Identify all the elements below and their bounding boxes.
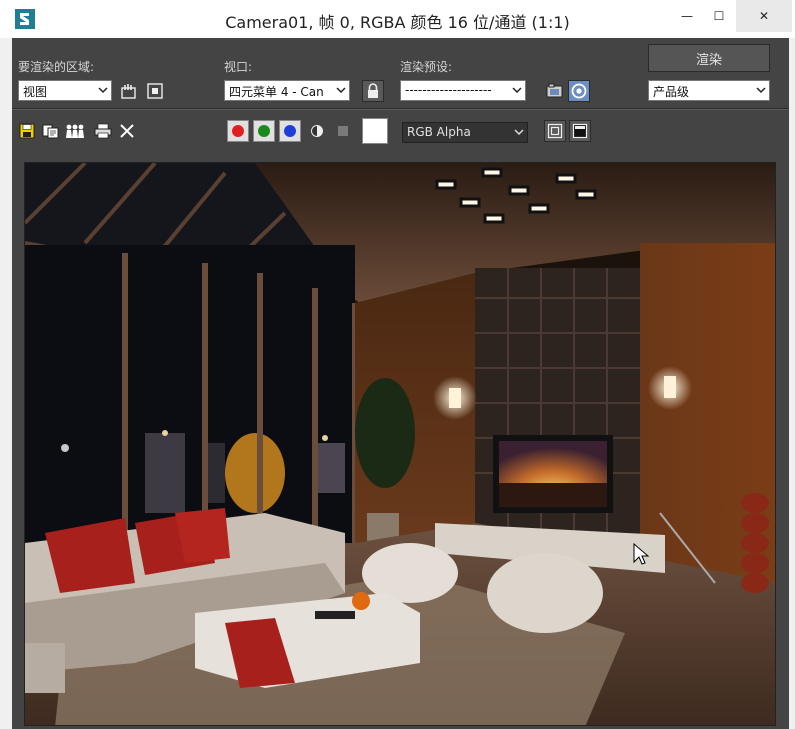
close-button[interactable]: ✕	[736, 0, 792, 32]
background-color-swatch[interactable]	[362, 118, 388, 144]
minimize-icon: —	[681, 9, 693, 23]
monochrome-toggle[interactable]	[332, 120, 354, 142]
rendered-image[interactable]	[24, 162, 776, 726]
clone-window-button[interactable]	[64, 120, 86, 142]
mouse-cursor-icon	[633, 543, 650, 565]
auto-region-button[interactable]	[144, 80, 166, 102]
green-channel-icon	[258, 125, 270, 137]
render-frame-window: Camera01, 帧 0, RGBA 颜色 16 位/通道 (1:1) — ☐…	[0, 0, 795, 729]
red-channel-icon	[232, 125, 244, 137]
chevron-down-icon	[512, 87, 522, 94]
render-setup-button[interactable]	[544, 80, 566, 102]
clear-icon	[120, 124, 134, 138]
render-quality-dropdown[interactable]: 产品级	[648, 80, 770, 101]
print-image-button[interactable]	[92, 120, 114, 142]
edit-region-icon	[121, 84, 136, 99]
display-channel-dropdown[interactable]: RGB Alpha	[402, 122, 528, 143]
environment-effects-button[interactable]	[568, 80, 590, 102]
viewport-value: 四元菜单 4 - Can	[229, 85, 324, 99]
chevron-down-icon	[98, 87, 108, 94]
blue-channel-toggle[interactable]	[279, 120, 301, 142]
chevron-down-icon	[336, 87, 346, 94]
render-preset-label: 渲染预设:	[400, 60, 453, 74]
viewport-dropdown[interactable]: 四元菜单 4 - Can	[224, 80, 350, 101]
title-bar[interactable]: Camera01, 帧 0, RGBA 颜色 16 位/通道 (1:1) — ☐…	[0, 0, 795, 38]
render-preset-dropdown[interactable]: --------------------	[400, 80, 526, 101]
save-icon	[19, 123, 35, 139]
alpha-channel-icon	[311, 125, 323, 137]
red-channel-toggle[interactable]	[227, 120, 249, 142]
copy-icon	[42, 124, 59, 139]
clone-window-icon	[66, 124, 84, 138]
edit-region-button[interactable]	[118, 80, 140, 102]
toggle-ui-overlay-button[interactable]	[544, 120, 566, 142]
display-full-icon	[572, 123, 588, 139]
area-to-render-label: 要渲染的区域:	[18, 60, 95, 74]
render-button[interactable]: 渲染	[648, 44, 770, 72]
area-to-render-dropdown[interactable]: 视图	[18, 80, 112, 101]
copy-image-button[interactable]	[40, 120, 62, 142]
green-channel-toggle[interactable]	[253, 120, 275, 142]
environment-icon	[571, 83, 587, 99]
close-icon: ✕	[758, 9, 770, 23]
alpha-channel-toggle[interactable]	[306, 120, 328, 142]
lock-viewport-button[interactable]	[362, 80, 384, 102]
display-channel-value: RGB Alpha	[407, 125, 471, 139]
chevron-down-icon	[756, 87, 766, 94]
chevron-down-icon	[514, 129, 524, 136]
blue-channel-icon	[284, 125, 296, 137]
auto-region-icon	[147, 83, 163, 99]
render-frame-client: 要渲染的区域: 视口: 渲染预设: 视图 四元菜单 4 - Can ------…	[12, 38, 789, 729]
clear-image-button[interactable]	[116, 120, 138, 142]
render-quality-value: 产品级	[653, 85, 690, 99]
maximize-icon: ☐	[713, 9, 725, 23]
save-image-button[interactable]	[16, 120, 38, 142]
area-to-render-value: 视图	[23, 85, 48, 99]
maximize-button[interactable]: ☐	[700, 0, 738, 32]
render-preset-value: --------------------	[405, 83, 492, 97]
toolbar-separator-highlight	[12, 109, 789, 110]
toggle-ui-button[interactable]	[569, 120, 591, 142]
living-room-render-image	[25, 163, 775, 725]
lock-icon	[368, 83, 378, 98]
monochrome-icon	[338, 126, 348, 136]
display-frame-icon	[547, 123, 563, 139]
viewport-label: 视口:	[224, 60, 253, 74]
print-icon	[94, 123, 112, 139]
render-setup-icon	[546, 83, 563, 98]
